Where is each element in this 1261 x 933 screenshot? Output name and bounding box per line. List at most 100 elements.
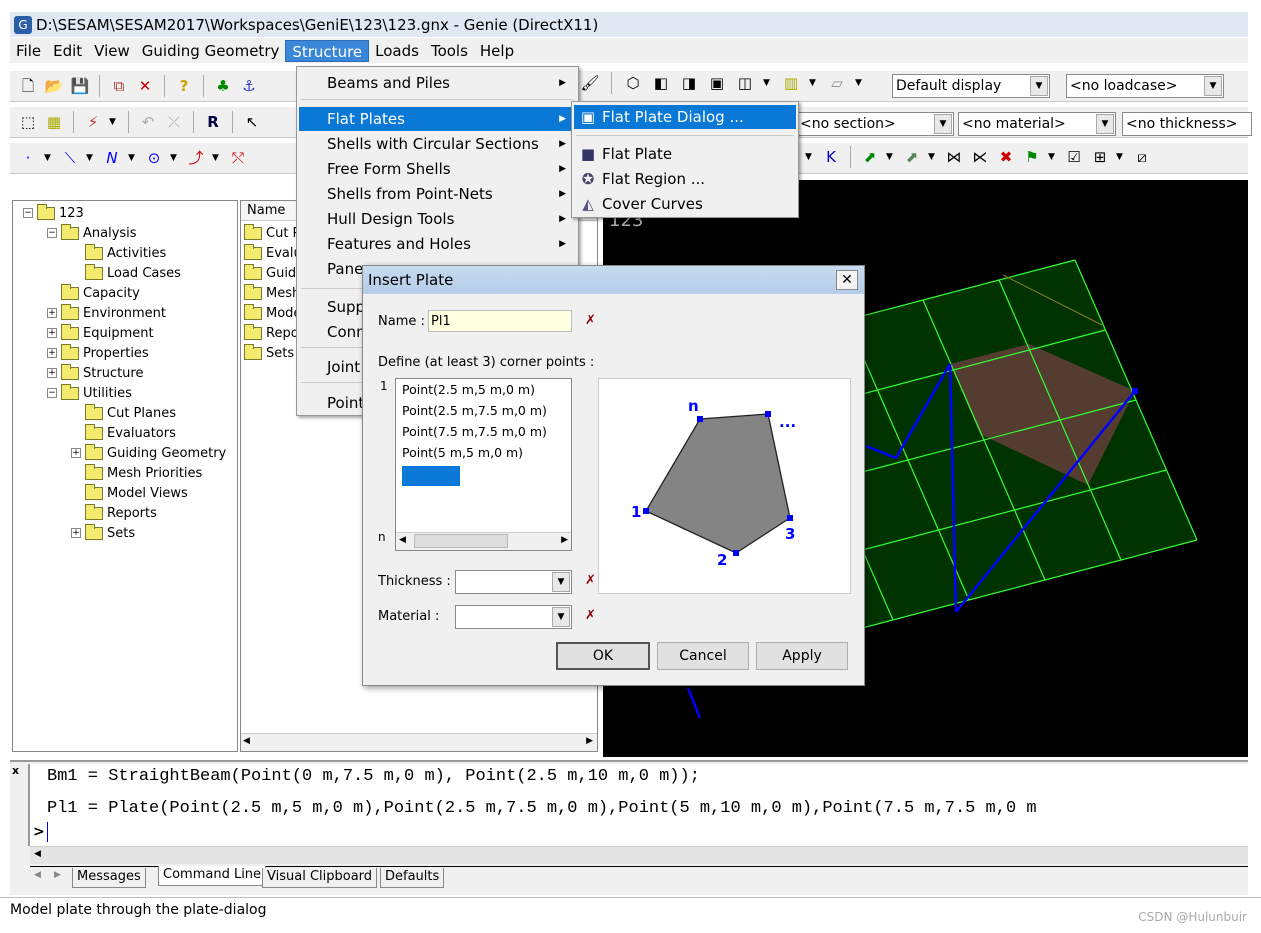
- point-marker[interactable]: [1132, 388, 1138, 394]
- undo-icon[interactable]: ↶: [138, 112, 158, 132]
- new-file-icon[interactable]: 🗋: [18, 76, 38, 96]
- menu-file[interactable]: File: [10, 40, 47, 62]
- chevron-down-icon[interactable]: ▼: [552, 607, 570, 627]
- tree-item[interactable]: + Properties: [47, 343, 149, 363]
- dropdown-arrow-icon[interactable]: ▼: [886, 152, 896, 162]
- menu-item[interactable]: Beams and Piles ▶: [299, 71, 576, 95]
- save-icon[interactable]: 💾: [70, 76, 90, 96]
- menu-edit[interactable]: Edit: [47, 40, 88, 62]
- thickness-select[interactable]: ▼: [455, 570, 572, 594]
- menu-item[interactable]: Shells with Circular Sections ▶: [299, 132, 576, 156]
- list-item[interactable]: Cut P: [244, 223, 300, 243]
- render-mode-icon[interactable]: ▥: [781, 73, 801, 93]
- tree-item[interactable]: − Analysis: [47, 223, 137, 243]
- curve-icon[interactable]: ⤴: [186, 148, 206, 168]
- unselect-icon[interactable]: ⤫: [164, 112, 184, 132]
- scroll-left-icon[interactable]: ◀: [243, 736, 250, 746]
- mesh-flag-icon[interactable]: ⚑: [1022, 147, 1042, 167]
- tree-item[interactable]: Mesh Priorities: [71, 463, 202, 483]
- corner-point-item[interactable]: Point(5 m,5 m,0 m): [402, 445, 523, 460]
- corner-point-item[interactable]: Point(7.5 m,7.5 m,0 m): [402, 424, 547, 439]
- expand-icon[interactable]: +: [71, 528, 81, 538]
- close-icon[interactable]: ✕: [836, 270, 858, 290]
- tree-item[interactable]: − Utilities: [47, 383, 132, 403]
- help-icon[interactable]: ?: [174, 76, 194, 96]
- mesh-nodes-icon[interactable]: ⋈: [944, 147, 964, 167]
- tree-item[interactable]: + Structure: [47, 363, 143, 383]
- mesh-arrow-icon[interactable]: ⬈: [860, 147, 880, 167]
- horizontal-scrollbar[interactable]: ◀ ▶: [396, 532, 571, 550]
- list-item[interactable]: Sets: [244, 343, 294, 363]
- dropdown-arrow-icon[interactable]: ▼: [805, 152, 815, 162]
- tree-item[interactable]: Load Cases: [71, 263, 181, 283]
- dropdown-arrow-icon[interactable]: ▼: [1048, 152, 1058, 162]
- corner-point-item[interactable]: Point(2.5 m,7.5 m,0 m): [402, 403, 547, 418]
- mesh-density-icon[interactable]: ⬈: [902, 147, 922, 167]
- dropdown-arrow-icon[interactable]: ▼: [855, 78, 865, 88]
- thickness-combo[interactable]: <no thickness>: [1122, 112, 1252, 136]
- expand-icon[interactable]: +: [47, 308, 57, 318]
- expand-icon[interactable]: +: [47, 368, 57, 378]
- view-front-icon[interactable]: ◧: [651, 73, 671, 93]
- mesh-edges-icon[interactable]: ⋉: [970, 147, 990, 167]
- menu-item[interactable]: Hull Design Tools ▶: [299, 207, 576, 231]
- chevron-down-icon[interactable]: ▼: [934, 114, 952, 134]
- menu-view[interactable]: View: [88, 40, 136, 62]
- submenu-item[interactable]: ✪ Flat Region ...: [574, 167, 796, 191]
- tab-command-line[interactable]: Command Line: [158, 866, 267, 886]
- mesh-select-icon[interactable]: ⧄: [1132, 147, 1152, 167]
- dropdown-arrow-icon[interactable]: ▼: [109, 117, 119, 127]
- view-tree-icon[interactable]: ♣: [213, 76, 233, 96]
- expand-icon[interactable]: +: [47, 328, 57, 338]
- menu-help[interactable]: Help: [474, 40, 520, 62]
- tab-visual-clipboard[interactable]: Visual Clipboard: [262, 868, 378, 888]
- display-combo[interactable]: Default display ▼: [892, 74, 1050, 98]
- list-item[interactable]: Mesh: [244, 283, 300, 303]
- tree-item[interactable]: Capacity: [47, 283, 140, 303]
- horizontal-scrollbar[interactable]: ◀: [30, 846, 1248, 864]
- list-item[interactable]: Evalu: [244, 243, 302, 263]
- tree-item[interactable]: Model Views: [71, 483, 188, 503]
- collapse-icon[interactable]: −: [23, 208, 33, 218]
- cancel-button[interactable]: Cancel: [657, 642, 749, 670]
- tree-item[interactable]: Activities: [71, 243, 166, 263]
- pointer-icon[interactable]: ↖: [242, 112, 262, 132]
- submenu-item[interactable]: ▣ Flat Plate Dialog ...: [574, 105, 796, 129]
- dropdown-arrow-icon[interactable]: ▼: [809, 78, 819, 88]
- tree-item[interactable]: Evaluators: [71, 423, 176, 443]
- apply-button[interactable]: Apply: [756, 642, 848, 670]
- mesh-delete-icon[interactable]: ✖: [996, 147, 1016, 167]
- delete-icon[interactable]: ✕: [135, 76, 155, 96]
- dropdown-arrow-icon[interactable]: ▼: [86, 153, 96, 163]
- expand-icon[interactable]: +: [71, 448, 81, 458]
- scroll-thumb[interactable]: [414, 534, 508, 548]
- scroll-left-icon[interactable]: ◀: [34, 849, 41, 859]
- list-item[interactable]: Guidi: [244, 263, 300, 283]
- chevron-down-icon[interactable]: ▼: [552, 572, 570, 592]
- tab-messages[interactable]: Messages: [72, 868, 146, 888]
- menu-tools[interactable]: Tools: [425, 40, 474, 62]
- loadcase-combo[interactable]: <no loadcase> ▼: [1066, 74, 1224, 98]
- intersect-icon[interactable]: ⤲: [228, 148, 248, 168]
- rename-icon[interactable]: R: [203, 112, 223, 132]
- copy-icon[interactable]: ⧉: [109, 76, 129, 96]
- dropdown-arrow-icon[interactable]: ▼: [170, 153, 180, 163]
- collapse-icon[interactable]: −: [47, 228, 57, 238]
- polyline-icon[interactable]: N: [102, 148, 122, 168]
- circle-icon[interactable]: ⊙: [144, 148, 164, 168]
- tab-scroll-right-icon[interactable]: ▶: [54, 870, 61, 880]
- view-solid-icon[interactable]: ◫: [735, 73, 755, 93]
- material-combo[interactable]: <no material> ▼: [958, 112, 1116, 136]
- chevron-down-icon[interactable]: ▼: [1030, 76, 1048, 96]
- corner-points-list[interactable]: Point(2.5 m,5 m,0 m) Point(2.5 m,7.5 m,0 …: [395, 378, 572, 551]
- tree-item[interactable]: + Equipment: [47, 323, 154, 343]
- submenu-item[interactable]: ■ Flat Plate: [574, 142, 796, 166]
- chevron-down-icon[interactable]: ▼: [1096, 114, 1114, 134]
- collapse-icon[interactable]: −: [47, 388, 57, 398]
- tab-defaults[interactable]: Defaults: [380, 868, 445, 888]
- plane-icon[interactable]: ▱: [827, 73, 847, 93]
- paint-brush-icon[interactable]: 🖌: [580, 73, 600, 93]
- open-folder-icon[interactable]: 📂: [44, 76, 64, 96]
- beam-line[interactable]: [686, 687, 702, 719]
- corner-point-item[interactable]: Point(2.5 m,5 m,0 m): [402, 382, 535, 397]
